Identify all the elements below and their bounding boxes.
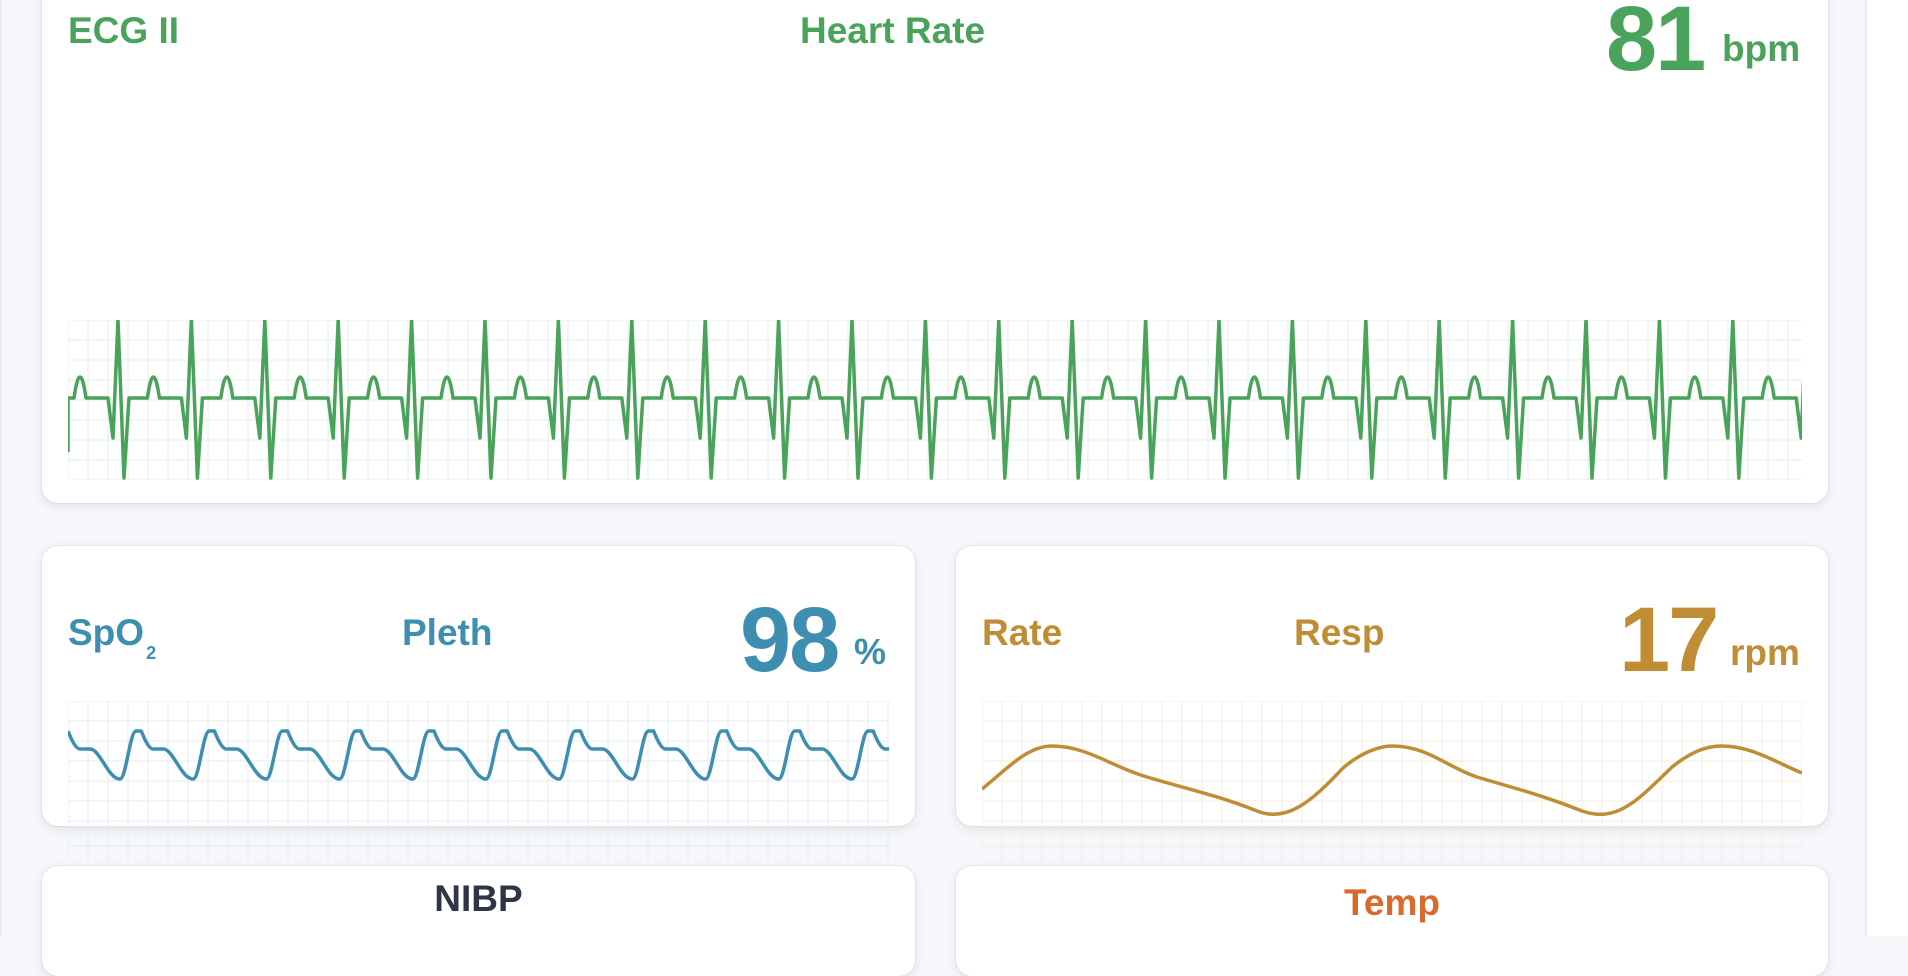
spo2-card: SpO 2 Pleth 98 % [42,546,915,826]
heart-rate-value: 81 [1606,0,1706,90]
spo2-label-subscript: 2 [146,643,157,663]
resp-trace [982,744,1802,817]
ecg-waveform-chart [68,320,1802,480]
spo2-unit: % [854,631,887,672]
pleth-waveform-chart [68,701,889,826]
right-scroll-gutter[interactable] [1865,0,1908,936]
spo2-label: SpO 2 [68,612,156,662]
pleth-grid-overflow [68,826,889,862]
pleth-title: Pleth [402,612,493,653]
nibp-title: NIBP [434,878,523,919]
left-edge [0,0,2,936]
ecg-card: ECG II Heart Rate 81 bpm [42,0,1828,503]
temp-title: Temp [1344,882,1440,923]
spo2-label-main: SpO [68,612,145,653]
heart-rate-unit: bpm [1722,28,1801,69]
resp-waveform-chart [982,701,1802,826]
resp-value: 17 [1619,589,1719,691]
resp-grid-overflow [982,826,1802,862]
resp-unit: rpm [1730,632,1800,673]
resp-rate-label: Rate [982,612,1063,653]
temp-card: Temp [956,866,1828,976]
pleth-grid [68,701,889,826]
pleth-trace [68,729,889,781]
spo2-value: 98 [740,589,840,691]
resp-title: Resp [1294,612,1385,653]
resp-card: Rate Resp 17 rpm [956,546,1828,826]
ecg-lead-label: ECG II [68,10,180,51]
nibp-card: NIBP [42,866,915,976]
heart-rate-title: Heart Rate [800,10,986,51]
